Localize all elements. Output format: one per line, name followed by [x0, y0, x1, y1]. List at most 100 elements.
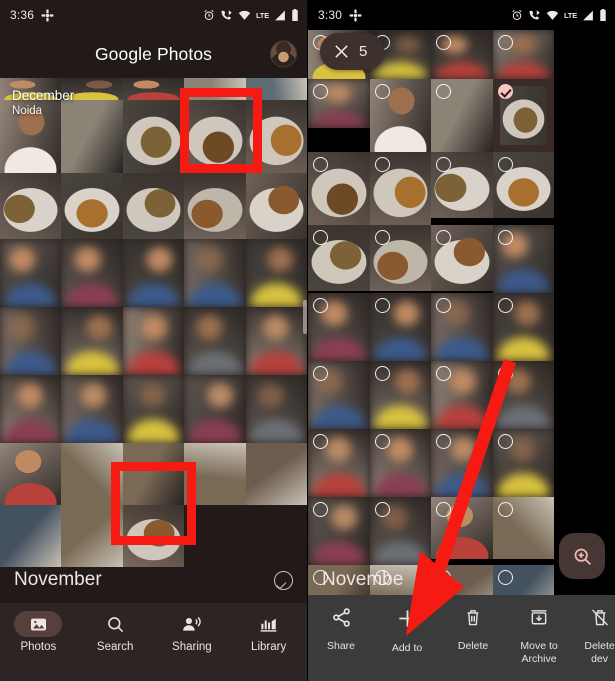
photo-thumbnail[interactable]	[431, 293, 493, 361]
select-circle-icon[interactable]	[374, 157, 390, 172]
select-circle-icon[interactable]	[313, 366, 328, 381]
photo-thumbnail[interactable]	[369, 497, 432, 565]
photo-thumbnail[interactable]	[369, 225, 432, 291]
photo-thumbnail[interactable]	[492, 429, 555, 497]
select-circle-icon[interactable]	[313, 157, 328, 172]
photo-thumbnail[interactable]	[245, 375, 307, 443]
photo-thumbnail[interactable]	[245, 307, 307, 375]
photo-thumbnail[interactable]	[0, 375, 62, 443]
select-circle-icon[interactable]	[374, 230, 390, 245]
photo-thumbnail[interactable]	[184, 443, 246, 505]
photo-thumbnail[interactable]	[431, 152, 493, 218]
scrollbar-handle[interactable]	[303, 300, 307, 334]
photo-thumbnail[interactable]	[431, 30, 493, 79]
photo-thumbnail[interactable]	[492, 152, 555, 218]
photo-thumbnail[interactable]	[431, 497, 493, 559]
select-circle-icon[interactable]	[497, 157, 513, 172]
photo-thumbnail[interactable]	[61, 307, 123, 375]
photo-thumbnail[interactable]	[0, 443, 62, 505]
photo-thumbnail[interactable]	[431, 225, 493, 291]
photo-thumbnail[interactable]	[184, 239, 246, 307]
photo-thumbnail[interactable]	[492, 361, 555, 429]
photo-thumbnail[interactable]	[431, 79, 493, 152]
photo-thumbnail[interactable]	[308, 429, 370, 497]
photo-thumbnail[interactable]	[122, 78, 185, 100]
selection-count-chip[interactable]: 5	[320, 33, 384, 70]
photo-thumbnail[interactable]	[122, 307, 185, 375]
photo-thumbnail[interactable]	[184, 78, 246, 100]
photo-thumbnail[interactable]	[492, 79, 555, 152]
photo-thumbnail[interactable]	[0, 78, 62, 100]
nav-item-photos[interactable]: Photos	[0, 611, 77, 653]
photo-thumbnail[interactable]	[492, 225, 555, 293]
action-add-to[interactable]: Add to	[374, 607, 440, 655]
checkmark-selected-icon[interactable]	[497, 84, 513, 99]
select-circle-icon[interactable]	[374, 570, 390, 585]
photo-thumbnail[interactable]	[308, 79, 370, 128]
close-icon[interactable]	[333, 43, 350, 60]
photo-thumbnail[interactable]	[61, 100, 123, 173]
photo-thumbnail[interactable]	[492, 293, 555, 361]
photo-thumbnail[interactable]	[492, 30, 555, 79]
photo-thumbnail[interactable]	[308, 497, 370, 565]
photo-thumbnail[interactable]	[245, 239, 307, 307]
check-circle-icon[interactable]	[274, 570, 293, 590]
select-circle-icon[interactable]	[497, 230, 513, 245]
action-share[interactable]: Share	[308, 607, 374, 653]
avatar[interactable]	[270, 40, 297, 68]
select-circle-icon[interactable]	[313, 570, 328, 585]
photo-thumbnail[interactable]	[245, 78, 307, 100]
photo-thumbnail[interactable]	[369, 293, 432, 361]
select-circle-icon[interactable]	[374, 434, 390, 449]
photo-thumbnail[interactable]	[61, 78, 123, 100]
photo-thumbnail[interactable]	[61, 239, 123, 307]
nav-item-search[interactable]: Search	[77, 611, 154, 653]
select-circle-icon[interactable]	[497, 434, 513, 449]
photo-thumbnail[interactable]	[0, 100, 62, 173]
action-move-to[interactable]: Move to Archive	[506, 607, 572, 666]
photo-thumbnail[interactable]	[0, 173, 62, 239]
photo-thumbnail[interactable]	[431, 429, 493, 497]
select-circle-icon[interactable]	[374, 298, 390, 313]
photo-thumbnail[interactable]	[122, 239, 185, 307]
select-circle-icon[interactable]	[374, 502, 390, 517]
photo-thumbnail[interactable]	[369, 429, 432, 497]
photo-thumbnail[interactable]	[245, 173, 307, 239]
photo-thumbnail[interactable]	[369, 152, 432, 225]
photo-thumbnail[interactable]	[184, 173, 246, 239]
select-circle-icon[interactable]	[497, 35, 513, 50]
nav-item-library[interactable]: Library	[230, 611, 307, 653]
select-circle-icon[interactable]	[497, 502, 513, 517]
select-circle-icon[interactable]	[497, 298, 513, 313]
photo-thumbnail[interactable]	[308, 152, 370, 225]
select-circle-icon[interactable]	[313, 502, 328, 517]
nav-item-sharing[interactable]: Sharing	[154, 611, 231, 653]
photo-thumbnail[interactable]	[184, 375, 246, 443]
photo-thumbnail[interactable]	[369, 79, 432, 152]
action-delete[interactable]: Delete dev	[578, 607, 615, 666]
photo-thumbnail[interactable]	[184, 307, 246, 375]
action-delete[interactable]: Delete	[440, 607, 506, 653]
zoom-in-fab[interactable]	[559, 533, 605, 579]
select-circle-icon[interactable]	[374, 366, 390, 381]
photo-thumbnail[interactable]	[369, 361, 432, 429]
photo-thumbnail[interactable]	[184, 100, 246, 173]
photo-thumbnail[interactable]	[122, 375, 185, 443]
select-circle-icon[interactable]	[313, 298, 328, 313]
select-circle-icon[interactable]	[313, 230, 328, 245]
select-circle-icon[interactable]	[374, 84, 390, 99]
select-circle-icon[interactable]	[313, 434, 328, 449]
photo-thumbnail[interactable]	[245, 443, 307, 505]
photo-thumbnail[interactable]	[308, 361, 370, 429]
photo-thumbnail[interactable]	[431, 361, 493, 429]
photo-thumbnail[interactable]	[0, 307, 62, 375]
photo-thumbnail[interactable]	[0, 239, 62, 307]
photo-thumbnail[interactable]	[245, 100, 307, 173]
photo-thumbnail[interactable]	[61, 443, 123, 505]
select-circle-icon[interactable]	[313, 84, 328, 99]
photo-thumbnail[interactable]	[122, 100, 185, 173]
photo-thumbnail[interactable]	[308, 225, 370, 291]
select-circle-icon[interactable]	[497, 366, 513, 381]
select-circle-icon[interactable]	[497, 570, 513, 585]
photo-thumbnail[interactable]	[122, 173, 185, 239]
